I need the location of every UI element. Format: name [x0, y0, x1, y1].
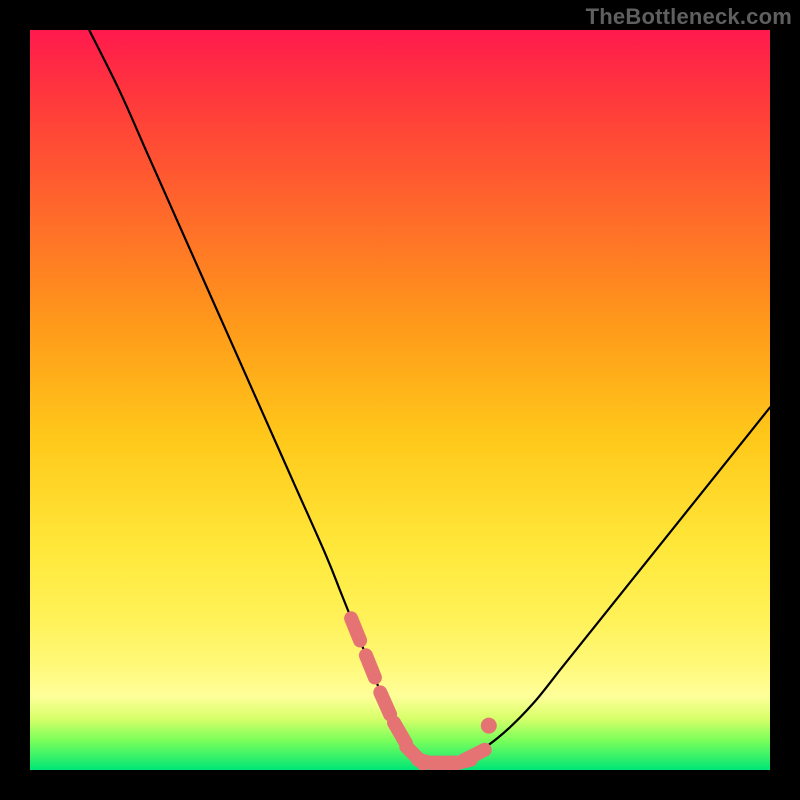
highlight-segment [351, 618, 360, 640]
bottleneck-curve-svg [30, 30, 770, 770]
watermark-text: TheBottleneck.com [586, 4, 792, 30]
highlight-dot [481, 718, 497, 734]
bottleneck-curve-path [89, 30, 770, 763]
highlight-segment [380, 692, 390, 714]
plot-area [30, 30, 770, 770]
chart-frame: TheBottleneck.com [0, 0, 800, 800]
highlight-segment [463, 750, 484, 761]
highlight-group [351, 618, 497, 765]
highlight-segment [366, 655, 375, 677]
